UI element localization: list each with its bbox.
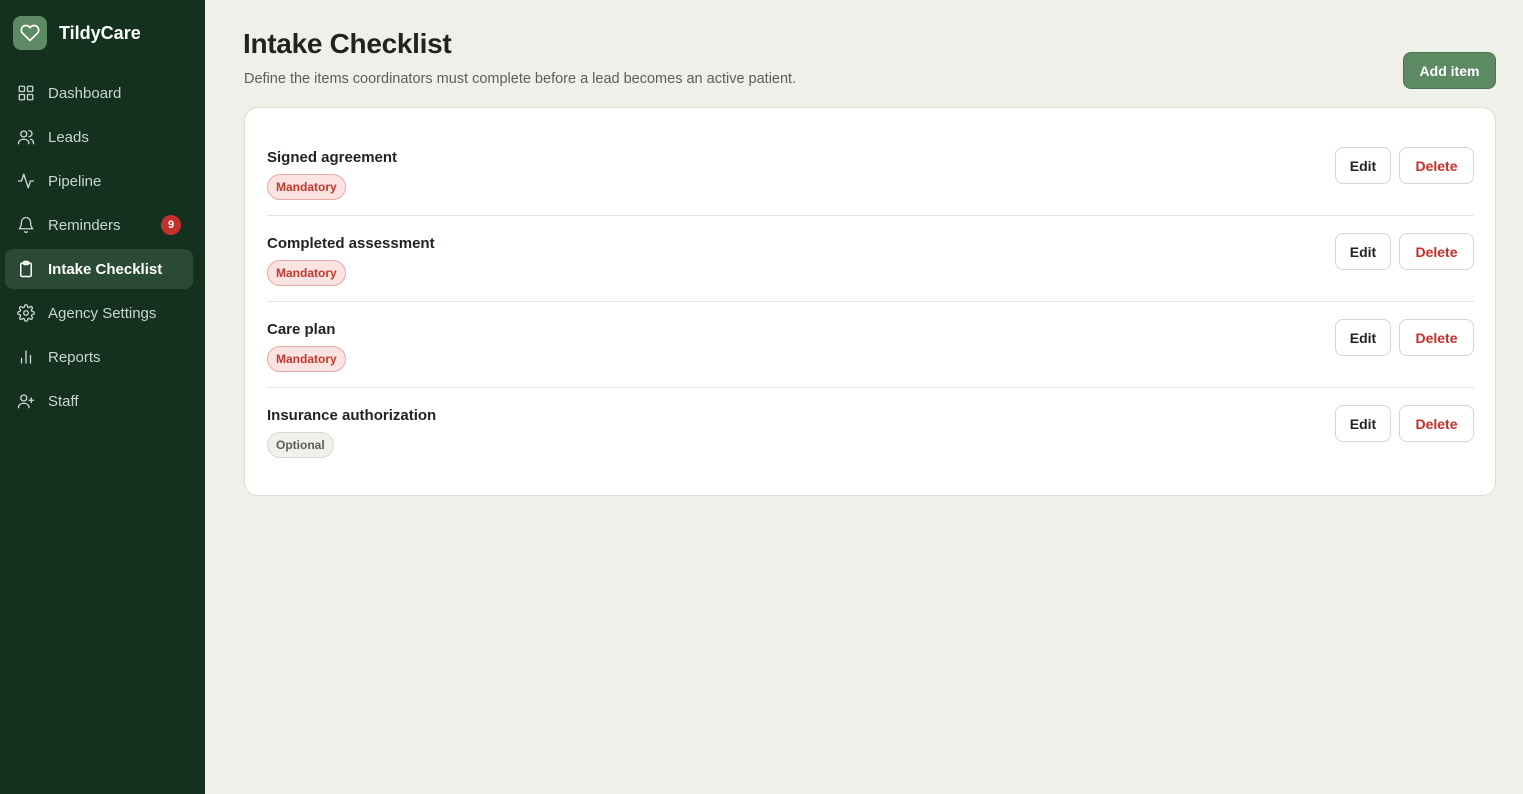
page-subtitle: Define the items coordinators must compl…	[244, 71, 797, 87]
activity-icon	[16, 171, 36, 191]
brand[interactable]: TildyCare	[13, 16, 141, 50]
sidebar-nav: Dashboard Leads Pipeline Reminders 9 Int…	[5, 73, 193, 425]
delete-button[interactable]: Delete	[1399, 405, 1474, 442]
sidebar-item-pipeline[interactable]: Pipeline	[5, 161, 193, 201]
checklist-item: Completed assessment Mandatory Edit Dele…	[267, 216, 1474, 302]
sidebar-item-label: Pipeline	[48, 172, 102, 190]
delete-button[interactable]: Delete	[1399, 147, 1474, 184]
checklist-item-title: Signed agreement	[267, 149, 398, 166]
sidebar-item-label: Dashboard	[48, 84, 122, 102]
clipboard-icon	[16, 259, 36, 279]
checklist-item: Signed agreement Mandatory Edit Delete	[267, 130, 1474, 216]
heart-icon	[13, 16, 47, 50]
reminders-count-badge: 9	[161, 215, 181, 235]
delete-button[interactable]: Delete	[1399, 319, 1474, 356]
bar-chart-icon	[16, 347, 36, 367]
mandatory-badge: Mandatory	[267, 174, 346, 200]
app-name: TildyCare	[59, 22, 141, 43]
sidebar-item-label: Leads	[48, 128, 89, 146]
gear-icon	[16, 303, 36, 323]
sidebar-item-staff[interactable]: Staff	[5, 381, 193, 421]
sidebar-item-reminders[interactable]: Reminders 9	[5, 205, 193, 245]
checklist-item-title: Care plan	[267, 321, 336, 338]
delete-button[interactable]: Delete	[1399, 233, 1474, 270]
optional-badge: Optional	[267, 432, 334, 458]
checklist-list: Signed agreement Mandatory Edit Delete C…	[267, 130, 1474, 474]
add-item-button[interactable]: Add item	[1403, 52, 1496, 89]
sidebar-item-intake-checklist[interactable]: Intake Checklist	[5, 249, 193, 289]
users-icon	[16, 127, 36, 147]
edit-button[interactable]: Edit	[1335, 233, 1391, 270]
sidebar-item-label: Reminders	[48, 216, 121, 234]
edit-button[interactable]: Edit	[1335, 319, 1391, 356]
sidebar: TildyCare Dashboard Leads Pipeline Remin…	[0, 0, 205, 794]
grid-icon	[16, 83, 36, 103]
edit-button[interactable]: Edit	[1335, 147, 1391, 184]
edit-button[interactable]: Edit	[1335, 405, 1391, 442]
sidebar-item-label: Staff	[48, 392, 79, 410]
checklist-item-title: Completed assessment	[267, 235, 435, 252]
checklist-item: Insurance authorization Optional Edit De…	[267, 388, 1474, 474]
main-content: Intake Checklist Define the items coordi…	[205, 0, 1523, 794]
sidebar-item-label: Agency Settings	[48, 304, 157, 322]
mandatory-badge: Mandatory	[267, 346, 346, 372]
sidebar-item-reports[interactable]: Reports	[5, 337, 193, 377]
sidebar-item-leads[interactable]: Leads	[5, 117, 193, 157]
checklist-item-title: Insurance authorization	[267, 407, 437, 424]
sidebar-item-label: Reports	[48, 348, 101, 366]
mandatory-badge: Mandatory	[267, 260, 346, 286]
user-plus-icon	[16, 391, 36, 411]
sidebar-item-label: Intake Checklist	[48, 260, 163, 278]
checklist-item: Care plan Mandatory Edit Delete	[267, 302, 1474, 388]
sidebar-item-dashboard[interactable]: Dashboard	[5, 73, 193, 113]
checklist-card: Signed agreement Mandatory Edit Delete C…	[244, 107, 1496, 496]
bell-icon	[16, 215, 36, 235]
page-title: Intake Checklist	[243, 28, 452, 59]
sidebar-item-agency-settings[interactable]: Agency Settings	[5, 293, 193, 333]
